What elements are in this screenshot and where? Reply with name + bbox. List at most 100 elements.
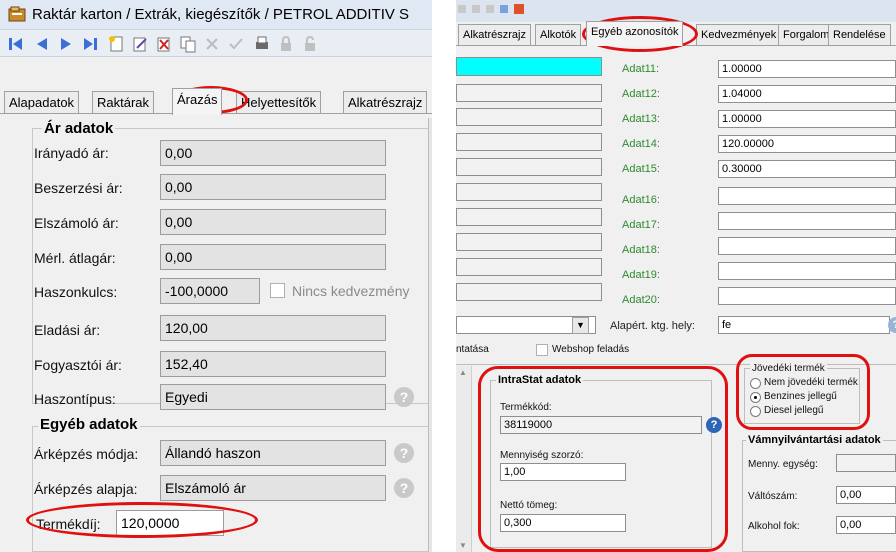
last-record-icon[interactable] — [80, 34, 100, 54]
adat19-field[interactable] — [718, 262, 896, 280]
left-column-field[interactable] — [456, 158, 602, 176]
eladasi-ar-field[interactable]: 120,00 — [160, 315, 386, 341]
tab-egyeb-azonositok[interactable]: Egyéb azonosítók — [586, 21, 684, 46]
menny-egyseg-field[interactable] — [836, 454, 896, 472]
intrastat-title: IntraStat adatok — [496, 374, 584, 386]
netto-tomeg-field[interactable]: 0,300 — [500, 514, 626, 532]
fogyasztoi-ar-field[interactable]: 152,40 — [160, 351, 386, 377]
edit-record-icon[interactable] — [130, 34, 150, 54]
scroll-up-icon[interactable]: ▲ — [459, 368, 467, 377]
panel-edge — [428, 118, 432, 552]
combo-dropdown-icon[interactable]: ▼ — [572, 317, 589, 334]
lock-icon[interactable] — [276, 34, 296, 54]
tab-alkatreszrajz-right[interactable]: Alkatrészrajz — [458, 24, 531, 46]
alapert-ktg-hely-field[interactable]: fe — [718, 316, 890, 334]
previous-record-icon[interactable] — [32, 34, 52, 54]
adat12-field[interactable]: 1.04000 — [718, 85, 896, 103]
tab-arazas[interactable]: Árazás — [172, 88, 223, 115]
copy-record-icon[interactable] — [178, 34, 198, 54]
adat13-field[interactable]: 1.00000 — [718, 110, 896, 128]
haszontipus-field[interactable]: Egyedi — [160, 384, 386, 410]
arkepzes-alapja-help-icon[interactable]: ? — [394, 478, 414, 498]
adat18-label: Adat18: — [622, 244, 660, 256]
tab-helyettesitok[interactable]: Helyettesítők — [236, 91, 322, 114]
termekdij-field[interactable]: 120,0000 — [116, 510, 224, 536]
left-column-field[interactable] — [456, 233, 602, 251]
tab-alapadatok[interactable]: Alapadatok — [4, 91, 80, 114]
record-toolbar — [0, 31, 432, 57]
vertical-scrollbar[interactable]: ▲ ▼ — [456, 366, 472, 552]
alkohol-fok-field[interactable]: 0,00 — [836, 516, 896, 534]
title-bar: Raktár karton / Extrák, kiegészítők / PE… — [0, 0, 432, 30]
left-column-field[interactable] — [456, 84, 602, 102]
selected-row-field[interactable] — [456, 57, 602, 76]
tab-alkotok[interactable]: Alkotók — [535, 24, 582, 46]
adat11-field[interactable]: 1.00000 — [718, 60, 896, 78]
left-tab-strip: Alapadatok Raktárak Árazás Helyettesítők… — [0, 88, 432, 115]
right-window: Alkatrészrajz Alkotók Egyéb azonosítók K… — [456, 0, 896, 552]
adat18-field[interactable] — [718, 237, 896, 255]
tab-rendelese[interactable]: Rendelése — [828, 24, 891, 46]
nincs-kedvezmeny-checkbox[interactable] — [270, 283, 285, 298]
webshop-label: Webshop feladás — [552, 344, 630, 355]
tab-raktarak[interactable]: Raktárak — [92, 91, 155, 114]
adat12-label: Adat12: — [622, 88, 660, 100]
adat17-field[interactable] — [718, 212, 896, 230]
arkepzes-alapja-field[interactable]: Elszámoló ár — [160, 475, 386, 501]
nem-jovedeki-label: Nem jövedéki termék — [764, 377, 858, 388]
first-record-icon[interactable] — [6, 34, 26, 54]
confirm-icon[interactable] — [226, 34, 246, 54]
arkepzes-modja-help-icon[interactable]: ? — [394, 443, 414, 463]
iranyado-ar-field[interactable]: 0,00 — [160, 140, 386, 166]
left-column-field[interactable] — [456, 133, 602, 151]
cropped-checkbox-label: ntatása — [456, 344, 489, 355]
unlock-icon[interactable] — [300, 34, 320, 54]
left-column-field[interactable] — [456, 258, 602, 276]
delete-record-icon[interactable] — [154, 34, 174, 54]
right-tab-strip: Alkatrészrajz Alkotók Egyéb azonosítók K… — [456, 20, 896, 46]
arkepzes-modja-label: Árképzés módja: — [34, 446, 139, 462]
scroll-down-icon[interactable]: ▼ — [459, 541, 467, 550]
toolbar-icons-cropped — [458, 4, 524, 14]
jovedeki-title: Jövedéki termék — [750, 363, 827, 374]
cancel-icon[interactable] — [202, 34, 222, 54]
merl-atlagar-field[interactable]: 0,00 — [160, 244, 386, 270]
adat20-field[interactable] — [718, 287, 896, 305]
haszonkulcs-field[interactable]: -100,0000 — [160, 278, 260, 304]
next-record-icon[interactable] — [56, 34, 76, 54]
termekkod-field[interactable]: 38119000 — [500, 416, 702, 434]
print-icon[interactable] — [252, 34, 272, 54]
merl-atlagar-label: Mérl. átlagár: — [34, 250, 116, 266]
beszerzesi-ar-field[interactable]: 0,00 — [160, 174, 386, 200]
haszonkulcs-label: Haszonkulcs: — [34, 284, 118, 300]
termekkod-help-icon[interactable]: ? — [706, 417, 722, 433]
adat14-field[interactable]: 120.00000 — [718, 135, 896, 153]
adat15-field[interactable]: 0.30000 — [718, 160, 896, 178]
tab-alkatreszrajz[interactable]: Alkatrészrajz — [343, 91, 428, 114]
mennyiseg-szorzo-field[interactable]: 1,00 — [500, 463, 626, 481]
elszamolo-ar-field[interactable]: 0,00 — [160, 209, 386, 235]
tab-forgalom[interactable]: Forgalom — [778, 24, 835, 46]
left-window: Raktár karton / Extrák, kiegészítők / PE… — [0, 0, 432, 552]
left-column-field[interactable] — [456, 208, 602, 226]
left-column-field[interactable] — [456, 183, 602, 201]
haszontipus-help-icon[interactable]: ? — [394, 387, 414, 407]
nem-jovedeki-radio[interactable] — [750, 378, 761, 389]
termekdij-label: Termékdíj: — [36, 516, 101, 532]
adat13-label: Adat13: — [622, 113, 660, 125]
new-record-icon[interactable] — [106, 34, 126, 54]
adat17-label: Adat17: — [622, 219, 660, 231]
valtoszam-field[interactable]: 0,00 — [836, 486, 896, 504]
left-column-field[interactable] — [456, 283, 602, 301]
menny-egyseg-label: Menny. egység: — [748, 459, 818, 470]
diesel-jellegu-radio[interactable] — [750, 406, 761, 417]
benzines-jellegu-radio[interactable] — [750, 392, 761, 403]
left-column-field[interactable] — [456, 108, 602, 126]
tab-kedvezmenyek[interactable]: Kedvezmények — [696, 24, 782, 46]
arkepzes-modja-field[interactable]: Állandó haszon — [160, 440, 386, 466]
webshop-checkbox[interactable] — [536, 344, 548, 356]
adat16-label: Adat16: — [622, 194, 660, 206]
iranyado-ar-label: Irányadó ár: — [34, 145, 109, 161]
adat16-field[interactable] — [718, 187, 896, 205]
section-divider — [456, 364, 896, 365]
